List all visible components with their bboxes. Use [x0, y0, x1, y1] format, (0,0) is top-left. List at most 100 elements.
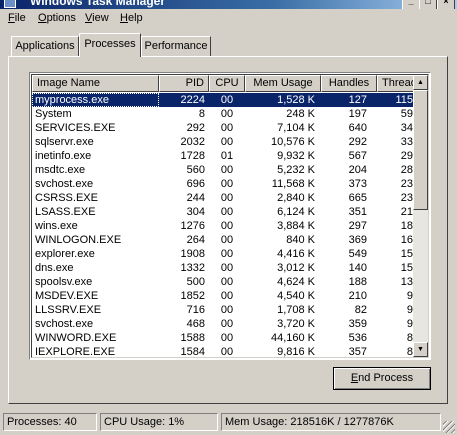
maximize-button[interactable]: □ — [419, 0, 437, 9]
cell-mem-usage: 7,104 K — [277, 122, 315, 134]
cell-image-name: explorer.exe — [35, 248, 95, 260]
cell-pid: 1584 — [180, 346, 205, 358]
tab-performance[interactable]: Performance — [141, 36, 211, 56]
cell-pid: 696 — [186, 178, 205, 190]
menu-file[interactable]: File — [8, 12, 26, 24]
menu-bar: File Options View Help — [0, 10, 457, 28]
end-process-button[interactable]: End Process — [333, 367, 431, 390]
cell-pid: 1728 — [180, 150, 205, 162]
cell-pid: 1852 — [180, 290, 205, 302]
cell-mem-usage: 3,720 K — [277, 318, 315, 330]
cell-threads: 59 — [400, 108, 413, 120]
cell-threads: 34 — [400, 122, 413, 134]
table-row[interactable]: spoolsv.exe 500 00 4,624 K 188 13 — [32, 275, 417, 289]
cell-threads: 15 — [400, 262, 413, 274]
column-headers: Image Name PID CPU Mem Usage Handles Thr… — [32, 75, 417, 92]
table-row[interactable]: myprocess.exe 2224 00 1,528 K 127 115 — [32, 93, 417, 107]
cell-threads: 9 — [406, 290, 413, 302]
column-header-pid[interactable]: PID — [159, 75, 209, 92]
scroll-thumb[interactable] — [413, 90, 428, 210]
column-header-handles[interactable]: Handles — [321, 75, 377, 92]
table-row[interactable]: SERVICES.EXE 292 00 7,104 K 640 34 — [32, 121, 417, 135]
scroll-down-button[interactable]: ▼ — [413, 342, 428, 357]
cell-threads: 15 — [400, 248, 413, 260]
cell-handles: 536 — [348, 332, 367, 344]
cell-pid: 560 — [186, 164, 205, 176]
resize-grip[interactable] — [443, 421, 455, 433]
vertical-scrollbar[interactable]: ▲ ▼ — [413, 75, 428, 357]
minimize-button[interactable]: _ — [402, 0, 420, 9]
table-row[interactable]: svchost.exe 468 00 3,720 K 359 9 — [32, 317, 417, 331]
menu-view[interactable]: View — [85, 12, 109, 24]
scroll-up-button[interactable]: ▲ — [413, 75, 428, 90]
tab-processes[interactable]: Processes — [79, 33, 141, 57]
cell-cpu: 00 — [220, 304, 234, 316]
column-header-image-name[interactable]: Image Name — [32, 75, 159, 92]
cell-cpu: 00 — [220, 122, 234, 134]
cell-mem-usage: 1,708 K — [277, 304, 315, 316]
table-row[interactable]: LSASS.EXE 304 00 6,124 K 351 21 — [32, 205, 417, 219]
column-header-threads[interactable]: Threads — [377, 75, 417, 92]
menu-help-rest: elp — [127, 12, 143, 24]
table-row[interactable]: explorer.exe 1908 00 4,416 K 549 15 — [32, 247, 417, 261]
cell-pid: 716 — [186, 304, 205, 316]
close-button[interactable]: × — [437, 0, 455, 9]
tab-applications[interactable]: Applications — [11, 36, 79, 56]
cell-threads: 13 — [400, 276, 413, 288]
cell-image-name: spoolsv.exe — [35, 276, 93, 288]
cell-image-name: MSDEV.EXE — [35, 290, 99, 302]
menu-options[interactable]: Options — [38, 12, 76, 24]
cell-mem-usage: 3,884 K — [277, 220, 315, 232]
cell-cpu: 00 — [220, 332, 234, 344]
table-row[interactable]: System 8 00 248 K 197 59 — [32, 107, 417, 121]
cell-handles: 292 — [348, 136, 367, 148]
window-title: Windows Task Manager — [30, 0, 166, 8]
menu-file-mnemonic: F — [8, 12, 15, 24]
cell-image-name: LSASS.EXE — [35, 206, 96, 218]
cell-mem-usage: 4,624 K — [277, 276, 315, 288]
table-row[interactable]: inetinfo.exe 1728 01 9,932 K 567 29 — [32, 149, 417, 163]
cell-handles: 369 — [348, 234, 367, 246]
cell-handles: 549 — [348, 248, 367, 260]
menu-help[interactable]: Help — [120, 12, 143, 24]
table-row[interactable]: CSRSS.EXE 244 00 2,840 K 665 23 — [32, 191, 417, 205]
cell-image-name: svchost.exe — [35, 318, 94, 330]
cell-pid: 2032 — [180, 136, 205, 148]
column-header-cpu[interactable]: CPU — [209, 75, 245, 92]
cell-handles: 373 — [348, 178, 367, 190]
table-row[interactable]: msdtc.exe 560 00 5,232 K 204 28 — [32, 163, 417, 177]
menu-options-rest: ptions — [46, 12, 76, 24]
cell-image-name: svchost.exe — [35, 178, 94, 190]
table-row[interactable]: dns.exe 1332 00 3,012 K 140 15 — [32, 261, 417, 275]
cell-pid: 304 — [186, 206, 205, 218]
cell-pid: 468 — [186, 318, 205, 330]
status-cpu-usage: CPU Usage: 1% — [100, 413, 218, 431]
cell-handles: 297 — [348, 220, 367, 232]
cell-mem-usage: 10,576 K — [270, 136, 315, 148]
cell-pid: 8 — [198, 108, 205, 120]
table-row[interactable]: svchost.exe 696 00 11,568 K 373 23 — [32, 177, 417, 191]
cell-image-name: msdtc.exe — [35, 164, 86, 176]
table-row[interactable]: IEXPLORE.EXE 1584 00 9,816 K 357 8 — [32, 345, 417, 358]
cell-threads: 9 — [406, 304, 413, 316]
cell-threads: 28 — [400, 164, 413, 176]
status-processes: Processes: 40 — [3, 413, 97, 431]
table-row[interactable]: MSDEV.EXE 1852 00 4,540 K 210 9 — [32, 289, 417, 303]
table-row[interactable]: WINLOGON.EXE 264 00 840 K 369 16 — [32, 233, 417, 247]
table-row[interactable]: sqlservr.exe 2032 00 10,576 K 292 33 — [32, 135, 417, 149]
cell-cpu: 00 — [220, 220, 234, 232]
title-bar[interactable]: Windows Task Manager _ □ × — [0, 0, 457, 9]
cell-handles: 665 — [348, 192, 367, 204]
process-list[interactable]: Image Name PID CPU Mem Usage Handles Thr… — [29, 72, 431, 360]
column-header-mem-usage[interactable]: Mem Usage — [245, 75, 321, 92]
table-row[interactable]: WINWORD.EXE 1588 00 44,160 K 536 8 — [32, 331, 417, 345]
table-row[interactable]: wins.exe 1276 00 3,884 K 297 18 — [32, 219, 417, 233]
status-mem-usage: Mem Usage: 218516K / 1277876K — [221, 413, 441, 431]
table-row[interactable]: LLSSRV.EXE 716 00 1,708 K 82 9 — [32, 303, 417, 317]
cell-pid: 1588 — [180, 332, 205, 344]
cell-pid: 500 — [186, 276, 205, 288]
cell-pid: 292 — [186, 122, 205, 134]
cell-pid: 264 — [186, 234, 205, 246]
cell-threads: 23 — [400, 178, 413, 190]
cell-mem-usage: 4,416 K — [277, 248, 315, 260]
